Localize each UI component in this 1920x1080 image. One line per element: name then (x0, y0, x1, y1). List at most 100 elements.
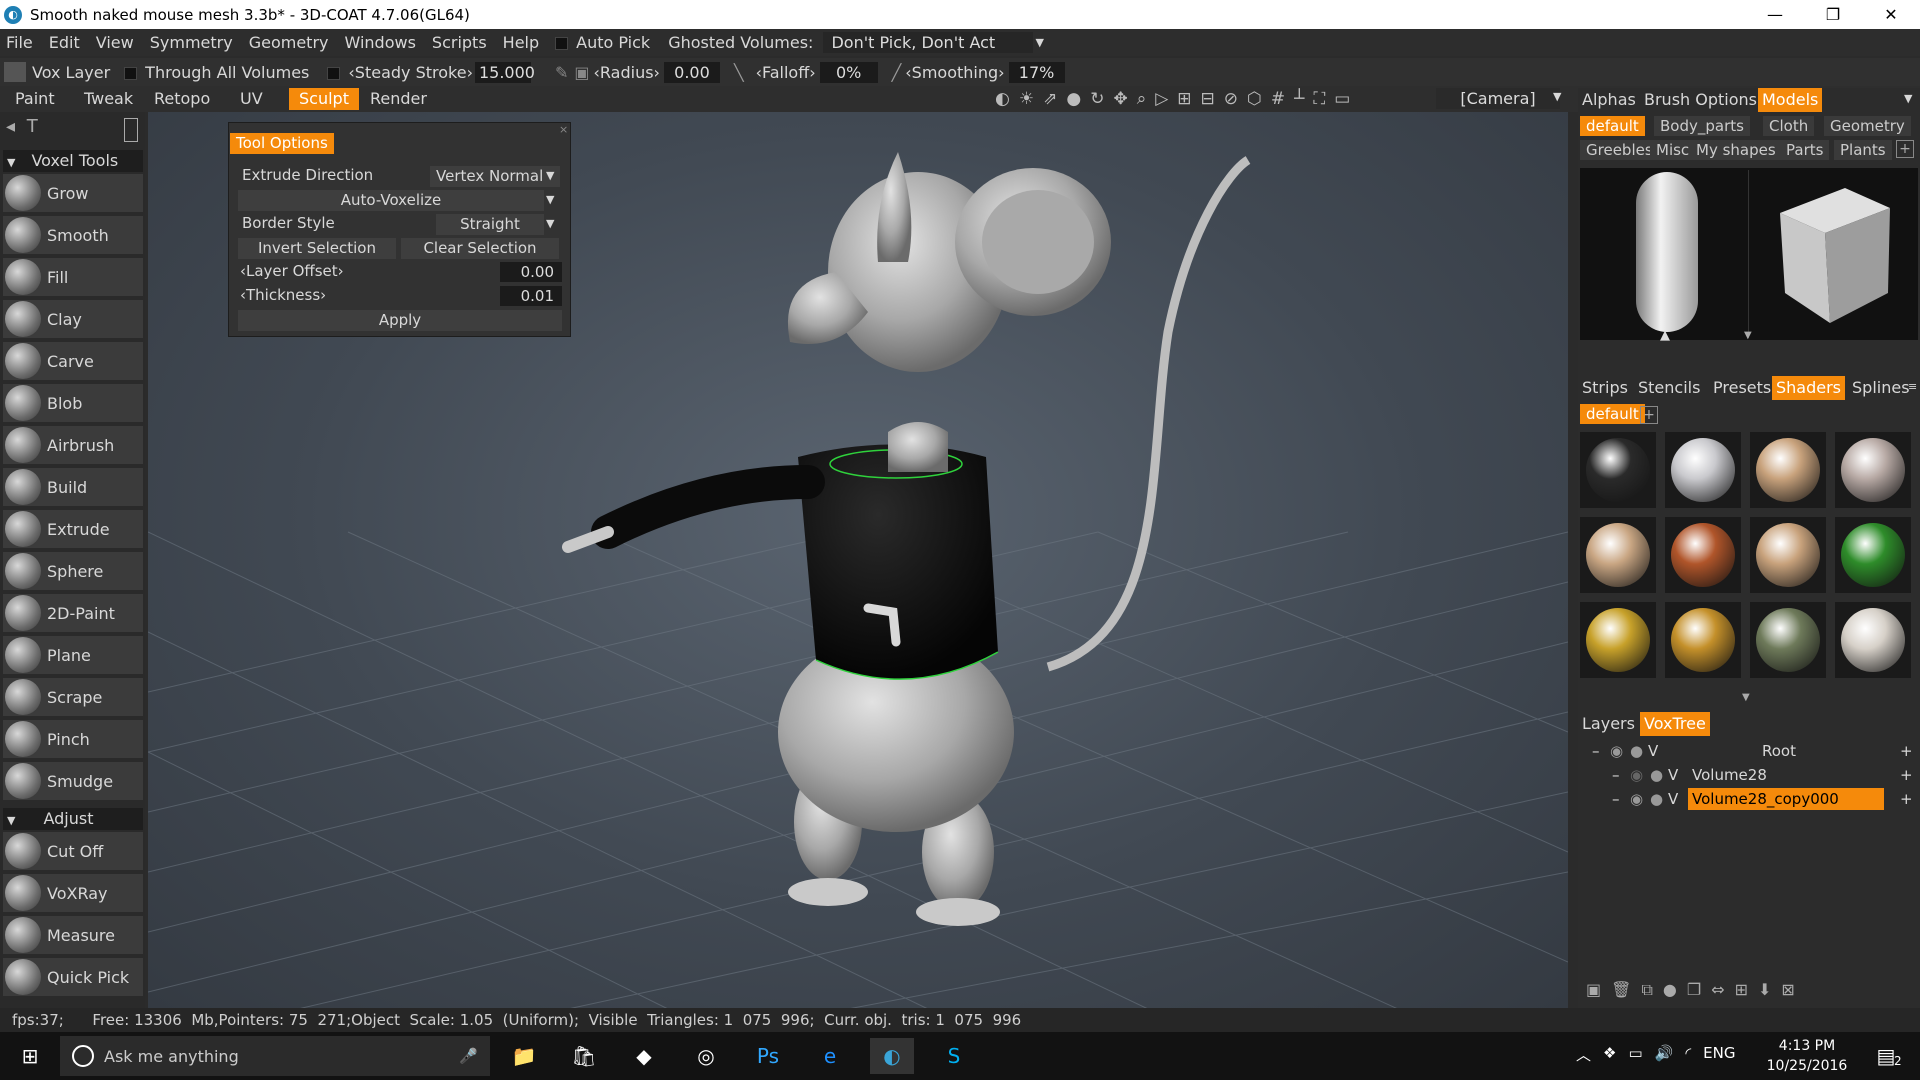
radius-field[interactable]: 0.00 (663, 61, 720, 83)
brush-select-icon[interactable]: ⇗ (1043, 90, 1057, 108)
store-icon[interactable]: 🛍 (562, 1038, 606, 1074)
model-cat-geometry[interactable]: Geometry (1824, 116, 1911, 136)
auto-voxelize-select[interactable]: Auto-Voxelize (238, 190, 544, 211)
model-cat-cloth[interactable]: Cloth (1763, 116, 1815, 136)
voxtree-row-volume28-copy000[interactable]: – ◉ ● V Volume28_copy000 + (1586, 788, 1916, 810)
shader-swatch[interactable] (1580, 432, 1656, 508)
voxtree-row-volume28[interactable]: – ◉ ● V Volume28 + (1586, 764, 1916, 786)
search-box[interactable]: Ask me anything 🎤 (60, 1036, 490, 1076)
shader-swatch[interactable] (1750, 517, 1826, 593)
apply-button[interactable]: Apply (238, 310, 562, 331)
scroll-up-icon[interactable]: ▲ (1660, 328, 1670, 343)
shader-swatch[interactable] (1835, 602, 1911, 678)
room-retopo[interactable]: Retopo (144, 88, 220, 110)
tab-alphas[interactable]: Alphas (1578, 88, 1640, 112)
shader-swatch[interactable] (1750, 432, 1826, 508)
room-render[interactable]: Render (360, 88, 437, 110)
collapse-icon[interactable]: ◂ (6, 116, 15, 137)
thickness-label[interactable]: ‹Thickness› (240, 286, 326, 304)
shading-dot-icon[interactable]: ● (1650, 764, 1663, 786)
tool-cut-off[interactable]: Cut Off (3, 832, 143, 872)
tab-layers[interactable]: Layers (1578, 712, 1639, 736)
clear-selection-button[interactable]: Clear Selection (401, 238, 559, 259)
panel-toggle-icon[interactable] (124, 118, 138, 142)
tool-scrape[interactable]: Scrape (3, 678, 143, 718)
chrome-icon[interactable]: ◎ (684, 1038, 728, 1074)
model-cat-misc[interactable]: Misc (1650, 140, 1696, 160)
drop-icon[interactable]: ● (1066, 90, 1081, 108)
tool-sphere[interactable]: Sphere (3, 552, 143, 592)
falloff-label[interactable]: ‹Falloff› (756, 63, 816, 82)
voxel-v-icon[interactable]: V (1668, 764, 1678, 786)
thickness-field[interactable]: 0.01 (500, 286, 562, 306)
tool-grow[interactable]: Grow (3, 174, 143, 214)
steady-stroke-toggle[interactable]: ‹Steady Stroke› (327, 63, 473, 82)
chevron-down-icon[interactable]: ▼ (1744, 330, 1752, 341)
layer-offset-field[interactable]: 0.00 (500, 262, 562, 282)
adjust-header[interactable]: ▼ Adjust (3, 808, 143, 830)
merge-icon[interactable]: ⇔ (1711, 980, 1724, 1000)
tool-pinch[interactable]: Pinch (3, 720, 143, 760)
sphere-icon[interactable]: ● (1663, 980, 1677, 1000)
shader-swatch[interactable] (1835, 517, 1911, 593)
collapse-icon[interactable]: – (1612, 764, 1620, 786)
menu-file[interactable]: File (0, 33, 41, 52)
chevron-down-icon[interactable]: ▼ (1035, 36, 1043, 49)
steady-stroke-checkbox[interactable] (327, 66, 341, 80)
add-icon[interactable]: + (1900, 764, 1913, 786)
windows-start-icon[interactable]: ⊞ (8, 1038, 52, 1074)
through-all-checkbox[interactable] (124, 66, 138, 80)
photoshop-icon[interactable]: Ps (746, 1038, 790, 1074)
tool-quick-pick[interactable]: Quick Pick (3, 958, 143, 998)
shader-swatch[interactable] (1580, 517, 1656, 593)
add-icon[interactable]: + (1640, 406, 1658, 424)
tool-build[interactable]: Build (3, 468, 143, 508)
add-icon[interactable]: + (1896, 140, 1914, 158)
chevron-down-icon[interactable]: ▼ (1904, 92, 1912, 105)
model-cat-body-parts[interactable]: Body_parts (1654, 116, 1750, 136)
room-paint[interactable]: Paint (5, 88, 65, 110)
chevron-up-icon[interactable]: ︿ (1576, 1044, 1591, 1065)
edge-icon[interactable]: e (808, 1038, 852, 1074)
voxtree-row-root[interactable]: – ◉ ● V Root + (1586, 740, 1916, 762)
tab-voxtree[interactable]: VoxTree (1640, 712, 1710, 736)
zoom-icon[interactable]: ⌕ (1137, 90, 1147, 108)
tool-2d-paint[interactable]: 2D-Paint (3, 594, 143, 634)
app-icon[interactable]: ◆ (622, 1038, 666, 1074)
frame-icon[interactable]: ⛶ (1313, 90, 1325, 108)
pen-icon[interactable]: ✎ (555, 63, 568, 82)
capsule-model[interactable] (1636, 172, 1698, 332)
cube-model[interactable] (1770, 178, 1900, 328)
shader-swatch[interactable] (1750, 602, 1826, 678)
tool-options-title[interactable]: Tool Options (230, 133, 334, 154)
add-icon[interactable]: + (1900, 740, 1913, 762)
collapse-icon[interactable]: – (1612, 788, 1620, 810)
ghosted-volumes-select[interactable]: Don't Pick, Don't Act (823, 32, 1034, 53)
brush-icon[interactable] (4, 62, 26, 82)
model-cat-default[interactable]: default (1580, 116, 1645, 136)
tab-stencils[interactable]: Stencils (1634, 376, 1704, 400)
shader-swatch[interactable] (1665, 517, 1741, 593)
battery-icon[interactable]: ▭ (1628, 1044, 1642, 1065)
through-all-volumes-toggle[interactable]: Through All Volumes (124, 63, 309, 82)
chevron-down-icon[interactable]: ▼ (546, 169, 554, 182)
import-icon[interactable]: ⬇ (1758, 980, 1771, 1000)
tool-carve[interactable]: Carve (3, 342, 143, 382)
room-uv[interactable]: UV (230, 88, 273, 110)
room-sculpt[interactable]: Sculpt (289, 88, 359, 110)
clear-icon[interactable]: ⊠ (1781, 980, 1794, 1000)
border-style-select[interactable]: Straight (436, 214, 544, 235)
menu-windows[interactable]: Windows (336, 33, 423, 52)
tool-smudge[interactable]: Smudge (3, 762, 143, 802)
no-icon[interactable]: ⊘ (1224, 90, 1238, 108)
shading-dot-icon[interactable]: ● (1650, 788, 1663, 810)
steady-stroke-field[interactable]: 15.000 (474, 61, 535, 83)
tool-airbrush[interactable]: Airbrush (3, 426, 143, 466)
close-icon[interactable]: × (559, 123, 568, 136)
menu-scripts[interactable]: Scripts (424, 33, 495, 52)
auto-pick-toggle[interactable]: Auto Pick (555, 33, 650, 52)
auto-pick-checkbox[interactable] (555, 37, 569, 50)
camera-select[interactable]: [Camera] (1436, 88, 1560, 109)
shader-swatch[interactable] (1835, 432, 1911, 508)
clock[interactable]: 4:13 PM 10/25/2016 (1762, 1036, 1852, 1076)
